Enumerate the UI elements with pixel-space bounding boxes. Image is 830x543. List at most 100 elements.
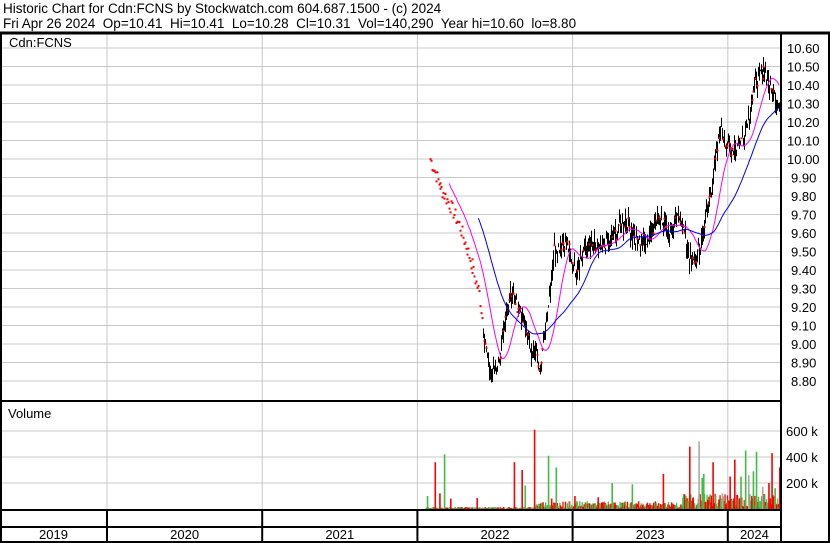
volume-bar [473,507,475,509]
volume-bar [638,507,641,509]
volume-tick-label: 400 k [786,450,818,465]
volume-bar [625,505,627,509]
price-dot [436,171,439,174]
y-tick-label: 8.80 [791,374,816,389]
volume-bar [594,503,596,509]
price-dot [434,171,437,174]
price-dot [437,178,440,181]
price-dot [460,234,463,237]
close-marker [566,240,569,243]
volume-bar [702,473,705,509]
volume-bar [555,467,558,509]
volume-bar [774,488,776,509]
price-dot [453,213,456,216]
close-marker [514,302,517,305]
price-dot [448,207,451,210]
volume-bar [476,497,478,509]
price-dot [467,247,470,250]
volume-bar [443,454,446,509]
y-tick-label: 9.60 [791,226,816,241]
price-dot [444,192,447,195]
close-marker [512,292,515,295]
volume-bar [689,446,691,509]
y-tick-label: 9.10 [791,319,816,334]
close-marker [714,157,717,160]
volume-bar [734,459,736,509]
volume-bar [759,501,761,509]
y-tick-label: 9.20 [791,300,816,315]
volume-bar [559,505,562,509]
volume-bar [454,507,457,509]
volume-bar [547,455,550,509]
close-marker [537,365,540,368]
y-tick-label: 10.00 [787,152,820,167]
price-dot [471,271,474,274]
volume-bar [569,506,572,509]
y-tick-label: 10.50 [787,60,820,75]
price-dot [439,187,442,190]
volume-bar [729,476,731,509]
y-tick-label: 10.30 [787,97,820,112]
price-dot [440,185,443,188]
volume-bar [541,502,543,509]
price-dot [451,201,454,204]
price-dot [452,216,455,219]
price-dot [446,198,449,201]
grid [0,33,781,509]
volume-bar [755,451,758,509]
volume-bar [737,499,739,509]
volume-bar [441,507,444,509]
volume-bars [425,429,781,509]
volume-bar [687,501,689,509]
close-marker [614,229,617,232]
price-dot [447,201,450,204]
volume-bar [631,484,634,509]
price-dot [459,229,462,232]
price-dot [477,285,480,288]
price-dot [473,275,476,278]
y-tick-label: 10.60 [787,41,820,56]
volume-bar [576,501,578,509]
close-marker [730,154,733,157]
volume-bar [701,477,704,509]
volume-bar [731,500,733,509]
volume-bar [457,506,459,509]
year-label: 2024 [740,527,769,542]
volume-bar [515,507,517,509]
close-marker [751,99,754,102]
price-dot [466,253,469,256]
price-dot [443,197,446,200]
y-tick-label: 10.10 [787,134,820,149]
price-dot [469,260,472,263]
price-dot [480,312,483,315]
volume-bar [698,441,700,509]
volume-bar [561,506,563,509]
price-dot [472,265,475,268]
price-dot [468,256,471,259]
volume-bar [771,453,773,509]
y-tick-label: 8.90 [791,356,816,371]
volume-tick-label: 200 k [786,476,818,491]
y-tick-label: 9.50 [791,245,816,260]
close-marker [562,242,565,245]
y-tick-label: 9.30 [791,282,816,297]
price-volume-chart: Cdn:FCNS Volume 10.60 10.50 10.40 10.30 10.2… [0,31,830,543]
y-tick-label: 9.70 [791,208,816,223]
symbol-label: Cdn:FCNS [9,35,72,50]
price-dot [445,202,448,205]
price-dot [470,267,473,270]
volume-bar [426,496,429,509]
volume-bar [546,505,548,509]
price-dot [449,211,452,214]
close-marker [536,353,539,356]
y-tick-label: 9.90 [791,171,816,186]
volume-bar [712,462,714,509]
price-dot [474,282,477,285]
short-moving-average-line [448,77,780,360]
close-marker [652,232,655,235]
volume-bar [662,473,665,509]
price-dot [433,169,436,172]
close-marker [703,225,706,228]
close-marker [571,262,574,265]
price-dot [464,241,467,244]
